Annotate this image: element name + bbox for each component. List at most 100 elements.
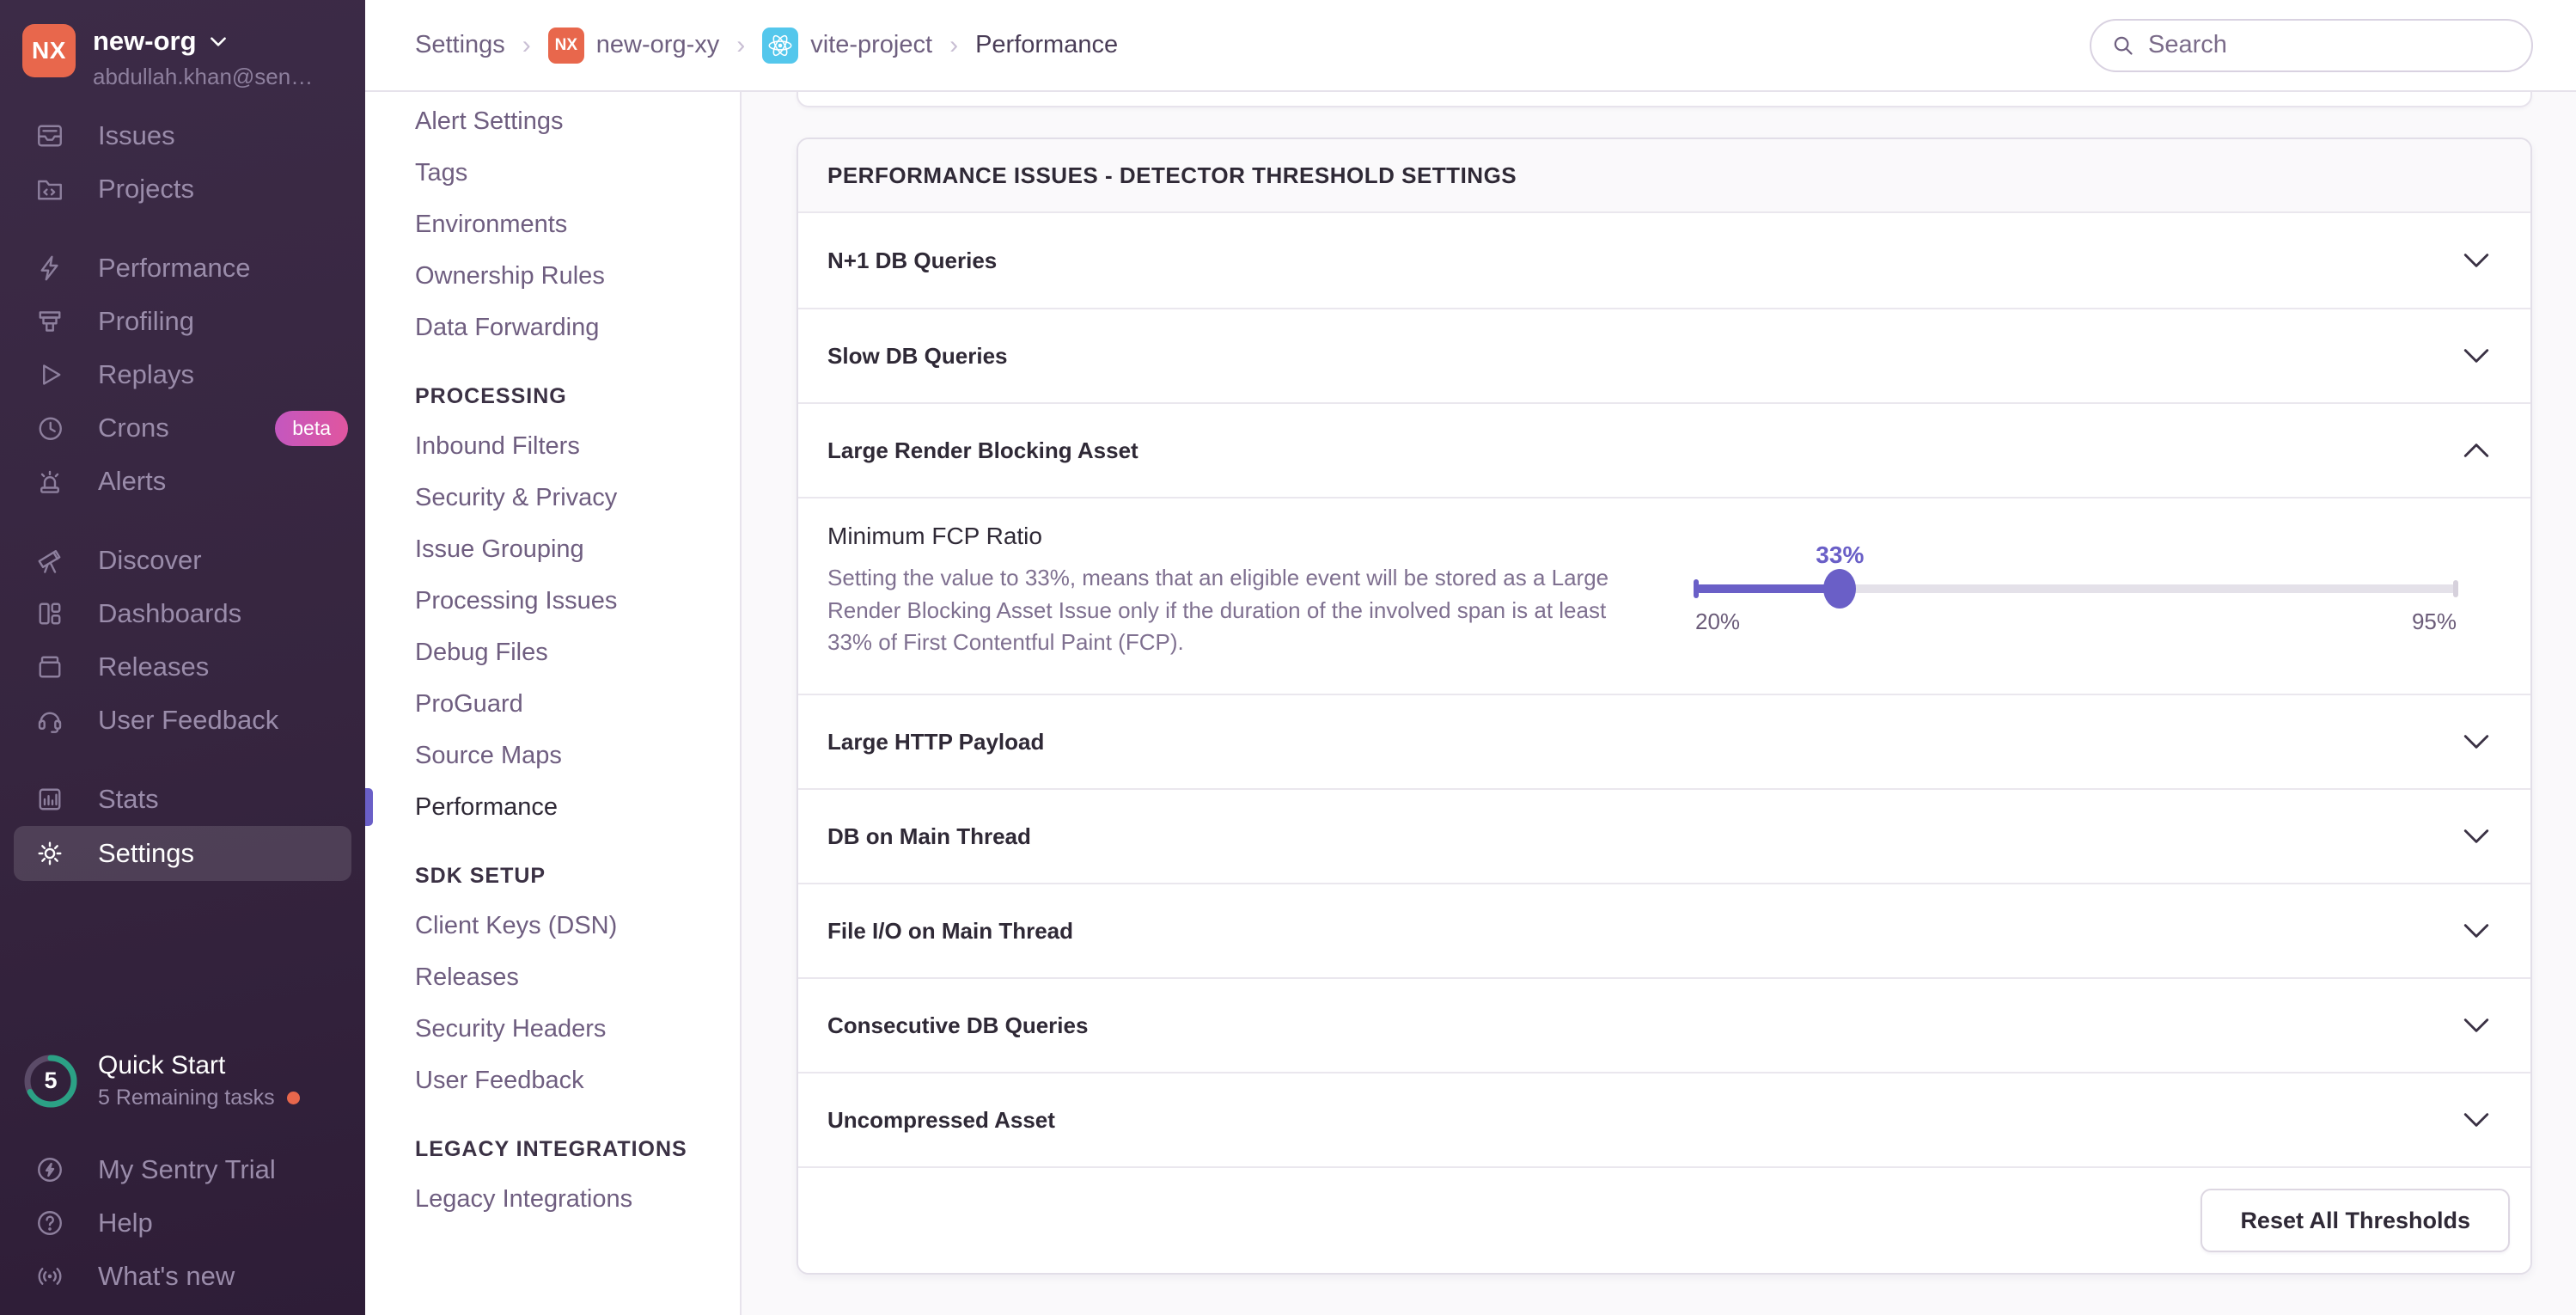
settings-secondary-nav: Alert Settings Tags Environments Ownersh… — [365, 92, 742, 1315]
settings-nav-debug-files[interactable]: Debug Files — [365, 627, 740, 678]
settings-nav-data-forwarding[interactable]: Data Forwarding — [365, 302, 740, 353]
sidebar-item-label: Replays — [98, 359, 194, 389]
sidebar-item-replays[interactable]: Replays — [0, 348, 365, 401]
accordion-row-file-io-on-main-thread[interactable]: File I/O on Main Thread — [798, 883, 2530, 978]
search-box[interactable] — [2090, 18, 2533, 72]
row-label: Large HTTP Payload — [827, 728, 1045, 755]
slider-value-label: 33% — [1816, 541, 1865, 568]
accordion-row-uncompressed-asset[interactable]: Uncompressed Asset — [798, 1072, 2530, 1167]
sidebar-item-stats[interactable]: Stats — [0, 773, 365, 826]
settings-nav-releases[interactable]: Releases — [365, 951, 740, 1003]
reset-all-thresholds-button[interactable]: Reset All Thresholds — [2201, 1189, 2510, 1253]
sidebar-item-label: My Sentry Trial — [98, 1154, 276, 1184]
settings-nav-proguard[interactable]: ProGuard — [365, 678, 740, 730]
quick-start-subtitle: 5 Remaining tasks — [98, 1086, 275, 1110]
settings-nav-tags[interactable]: Tags — [365, 147, 740, 199]
settings-nav-ownership-rules[interactable]: Ownership Rules — [365, 250, 740, 302]
sidebar-item-performance[interactable]: Performance — [0, 242, 365, 295]
sidebar-item-trial[interactable]: My Sentry Trial — [0, 1143, 365, 1196]
nav-label: Tags — [415, 158, 468, 187]
nav-label: Issue Grouping — [415, 535, 584, 563]
chevron-down-icon — [207, 30, 229, 52]
org-meta: new-org abdullah.khan@sen… — [93, 24, 313, 90]
sidebar-item-dashboards[interactable]: Dashboards — [0, 587, 365, 640]
accordion-row-n1-db-queries[interactable]: N+1 DB Queries — [798, 213, 2530, 308]
sidebar-item-label: What's new — [98, 1261, 235, 1291]
profiling-stack-icon — [34, 306, 65, 337]
org-switcher[interactable]: NX new-org abdullah.khan@sen… — [0, 21, 365, 90]
accordion-row-consecutive-db-queries[interactable]: Consecutive DB Queries — [798, 977, 2530, 1073]
archive-box-icon — [34, 651, 65, 682]
sidebar-item-discover[interactable]: Discover — [0, 534, 365, 587]
accordion-row-large-render-blocking-asset[interactable]: Large Render Blocking Asset — [798, 402, 2530, 497]
sidebar-item-label: Releases — [98, 651, 210, 682]
slider-max-tick — [2453, 580, 2458, 597]
react-project-icon — [762, 27, 799, 64]
quick-start-widget[interactable]: 5 Quick Start 5 Remaining tasks — [0, 1051, 365, 1110]
settings-nav-legacy-integrations[interactable]: Legacy Integrations — [365, 1173, 740, 1225]
notification-dot — [286, 1092, 300, 1104]
accordion-row-large-http-payload[interactable]: Large HTTP Payload — [798, 694, 2530, 789]
sidebar-item-alerts[interactable]: Alerts — [0, 455, 365, 508]
siren-icon — [34, 466, 65, 497]
sidebar-item-issues[interactable]: Issues — [0, 109, 365, 162]
breadcrumb-settings[interactable]: Settings — [415, 31, 505, 59]
sidebar-item-whats-new[interactable]: What's new — [0, 1250, 365, 1303]
search-input[interactable] — [2148, 31, 2523, 59]
accordion-row-db-on-main-thread[interactable]: DB on Main Thread — [798, 788, 2530, 884]
settings-nav-user-feedback[interactable]: User Feedback — [365, 1055, 740, 1106]
settings-nav-source-maps[interactable]: Source Maps — [365, 730, 740, 781]
sidebar-item-label: Performance — [98, 253, 251, 283]
sidebar-item-label: Help — [98, 1208, 153, 1238]
chevron-right-icon: › — [949, 30, 959, 59]
sidebar-item-help[interactable]: Help — [0, 1196, 365, 1250]
sidebar-item-label: Issues — [98, 120, 175, 150]
row-label: N+1 DB Queries — [827, 247, 998, 273]
chevron-down-icon — [2462, 1015, 2491, 1036]
sidebar-item-settings[interactable]: Settings — [14, 826, 351, 881]
nav-label: ProGuard — [415, 689, 523, 718]
settings-nav-environments[interactable]: Environments — [365, 199, 740, 250]
settings-nav-client-keys[interactable]: Client Keys (DSN) — [365, 900, 740, 951]
sidebar-item-projects[interactable]: Projects — [0, 162, 365, 216]
sidebar-item-crons[interactable]: Crons beta — [0, 401, 365, 455]
scrolled-card-bottom — [797, 92, 2532, 107]
sidebar-item-label: Crons — [98, 413, 169, 443]
sidebar-item-releases[interactable]: Releases — [0, 640, 365, 694]
chevron-right-icon: › — [522, 30, 531, 59]
settings-nav-performance[interactable]: Performance — [365, 781, 740, 833]
settings-nav-section-sdk-setup: SDK SETUP — [415, 863, 546, 888]
slider-fill — [1695, 584, 1840, 593]
sidebar-item-user-feedback[interactable]: User Feedback — [0, 694, 365, 747]
nav-label: Source Maps — [415, 741, 562, 769]
nav-label: Legacy Integrations — [415, 1184, 633, 1213]
fcp-ratio-slider[interactable]: 33% — [1694, 541, 2458, 609]
settings-nav-issue-grouping[interactable]: Issue Grouping — [365, 523, 740, 575]
slider-thumb[interactable] — [1823, 569, 1857, 609]
row-label: File I/O on Main Thread — [827, 917, 1074, 944]
folder-code-icon — [34, 174, 65, 205]
sidebar-item-profiling[interactable]: Profiling — [0, 295, 365, 348]
settings-nav-inbound-filters[interactable]: Inbound Filters — [365, 420, 740, 472]
slider-max-label: 95% — [2411, 609, 2457, 634]
telescope-icon — [34, 545, 65, 576]
settings-nav-alert-settings[interactable]: Alert Settings — [365, 95, 740, 147]
settings-nav-security-privacy[interactable]: Security & Privacy — [365, 472, 740, 523]
breadcrumb-org[interactable]: NX new-org-xy — [547, 27, 720, 64]
breadcrumb-project[interactable]: vite-project — [762, 27, 933, 64]
settings-nav-processing-issues[interactable]: Processing Issues — [365, 575, 740, 627]
nav-label: Environments — [415, 210, 568, 238]
breadcrumb-project-label: vite-project — [810, 31, 933, 58]
chevron-down-icon — [2462, 250, 2491, 271]
nav-label: Data Forwarding — [415, 313, 600, 341]
breadcrumb-org-label: new-org-xy — [595, 31, 720, 58]
beta-badge: beta — [275, 410, 348, 446]
nav-label: Inbound Filters — [415, 431, 580, 460]
chevron-down-icon — [2462, 921, 2491, 941]
settings-nav-security-headers[interactable]: Security Headers — [365, 1003, 740, 1055]
accordion-row-slow-db-queries[interactable]: Slow DB Queries — [798, 308, 2530, 402]
settings-nav-section-legacy: LEGACY INTEGRATIONS — [415, 1136, 687, 1161]
issues-icon — [34, 120, 65, 151]
quick-start-count: 5 — [44, 1067, 58, 1093]
top-header: Settings › NX new-org-xy › vite-project — [365, 0, 2576, 92]
